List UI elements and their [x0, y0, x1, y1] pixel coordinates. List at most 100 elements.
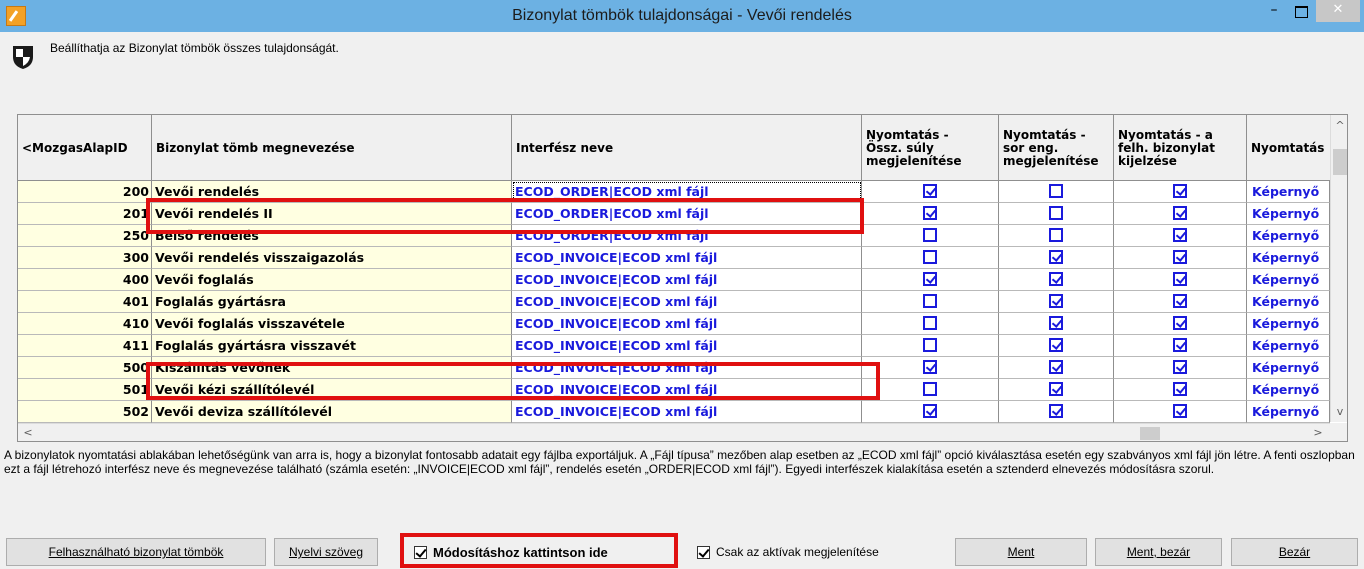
scroll-down-arrow[interactable]: v	[1331, 405, 1347, 418]
table-row[interactable]: 500 Kiszállítás vevőnek ECOD_INVOICE|ECOD …	[18, 357, 1330, 379]
row-interface-cell[interactable]: ECOD_INVOICE|ECOD xml fájl	[512, 357, 862, 379]
table-row[interactable]: 411 Foglalás gyártásra visszavét ECOD_INVO…	[18, 335, 1330, 357]
unchecked-checkbox[interactable]	[923, 294, 937, 308]
close-window-button[interactable]: ✕	[1316, 0, 1360, 22]
unchecked-checkbox[interactable]	[923, 228, 937, 242]
column-header-user-doc[interactable]: Nyomtatás - a felh. bizonylat kijelzése	[1114, 115, 1247, 181]
checked-checkbox[interactable]	[1173, 250, 1187, 264]
edit-checkbox-box[interactable]	[414, 545, 427, 559]
available-blocks-button[interactable]: Felhasználható bizonylat tömbök	[6, 538, 266, 566]
unchecked-checkbox[interactable]	[923, 250, 937, 264]
table-row[interactable]: 300 Vevői rendelés visszaigazolás ECOD_INV…	[18, 247, 1330, 269]
checked-checkbox[interactable]	[923, 184, 937, 198]
row-interface-cell[interactable]: ECOD_ORDER|ECOD xml fájl	[512, 181, 862, 203]
checked-checkbox[interactable]	[1173, 206, 1187, 220]
checked-checkbox[interactable]	[1173, 360, 1187, 374]
checked-checkbox[interactable]	[1049, 250, 1063, 264]
row-checkbox-cell[interactable]	[862, 313, 999, 335]
vertical-scrollbar[interactable]: ^ v	[1330, 115, 1347, 422]
row-checkbox-cell[interactable]	[862, 225, 999, 247]
row-print-cell[interactable]: Képernyő	[1247, 247, 1330, 269]
row-interface-cell[interactable]: ECOD_INVOICE|ECOD xml fájl	[512, 401, 862, 423]
row-checkbox-cell[interactable]	[1114, 291, 1247, 313]
row-print-cell[interactable]: Képernyő	[1247, 335, 1330, 357]
maximize-button[interactable]	[1288, 0, 1314, 22]
row-name-cell[interactable]: Belső rendelés	[152, 225, 512, 247]
row-checkbox-cell[interactable]	[862, 401, 999, 423]
row-checkbox-cell[interactable]	[1114, 247, 1247, 269]
row-name-cell[interactable]: Vevői deviza szállítólevél	[152, 401, 512, 423]
row-name-cell[interactable]: Kiszállítás vevőnek	[152, 357, 512, 379]
row-name-cell[interactable]: Foglalás gyártásra	[152, 291, 512, 313]
column-header-print[interactable]: Nyomtatás	[1247, 115, 1330, 181]
checked-checkbox[interactable]	[1173, 338, 1187, 352]
language-text-button[interactable]: Nyelvi szöveg	[274, 538, 378, 566]
row-name-cell[interactable]: Vevői rendelés visszaigazolás	[152, 247, 512, 269]
checked-checkbox[interactable]	[1049, 316, 1063, 330]
close-button[interactable]: Bezár	[1231, 538, 1358, 566]
row-print-cell[interactable]: Képernyő	[1247, 379, 1330, 401]
row-checkbox-cell[interactable]	[999, 247, 1114, 269]
column-header-total-weight[interactable]: Nyomtatás - Össz. súly megjelenítése	[862, 115, 999, 181]
active-only-checkbox-box[interactable]	[697, 545, 710, 559]
table-row[interactable]: 201 Vevői rendelés II ECOD_ORDER|ECOD xml …	[18, 203, 1330, 225]
row-id-cell[interactable]: 300	[18, 247, 152, 269]
table-row[interactable]: 401 Foglalás gyártásra ECOD_INVOICE|ECOD x…	[18, 291, 1330, 313]
row-checkbox-cell[interactable]	[862, 181, 999, 203]
row-checkbox-cell[interactable]	[1114, 225, 1247, 247]
unchecked-checkbox[interactable]	[923, 382, 937, 396]
row-interface-cell[interactable]: ECOD_INVOICE|ECOD xml fájl	[512, 247, 862, 269]
row-checkbox-cell[interactable]	[862, 247, 999, 269]
row-interface-cell[interactable]: ECOD_INVOICE|ECOD xml fájl	[512, 313, 862, 335]
checked-checkbox[interactable]	[1173, 272, 1187, 286]
checked-checkbox[interactable]	[1173, 382, 1187, 396]
table-row[interactable]: 501 Vevői kézi szállítólevél ECOD_INVOICE|…	[18, 379, 1330, 401]
minimize-button[interactable]: –	[1262, 0, 1286, 22]
row-id-cell[interactable]: 501	[18, 379, 152, 401]
row-interface-cell[interactable]: ECOD_ORDER|ECOD xml fájl	[512, 203, 862, 225]
save-close-button[interactable]: Ment, bezár	[1095, 538, 1222, 566]
row-id-cell[interactable]: 250	[18, 225, 152, 247]
row-checkbox-cell[interactable]	[862, 335, 999, 357]
row-name-cell[interactable]: Vevői rendelés	[152, 181, 512, 203]
table-row[interactable]: 400 Vevői foglalás ECOD_INVOICE|ECOD xml f…	[18, 269, 1330, 291]
checked-checkbox[interactable]	[1173, 184, 1187, 198]
checked-checkbox[interactable]	[923, 206, 937, 220]
horizontal-scroll-thumb[interactable]	[1140, 427, 1160, 440]
checked-checkbox[interactable]	[923, 404, 937, 418]
row-checkbox-cell[interactable]	[999, 379, 1114, 401]
horizontal-scrollbar[interactable]: < >	[18, 423, 1330, 441]
row-checkbox-cell[interactable]	[1114, 203, 1247, 225]
save-button[interactable]: Ment	[955, 538, 1087, 566]
checked-checkbox[interactable]	[1173, 316, 1187, 330]
column-header-row-enable[interactable]: Nyomtatás - sor eng. megjelenítése	[999, 115, 1114, 181]
table-row[interactable]: 410 Vevői foglalás visszavétele ECOD_INVOI…	[18, 313, 1330, 335]
row-checkbox-cell[interactable]	[999, 203, 1114, 225]
row-name-cell[interactable]: Vevői kézi szállítólevél	[152, 379, 512, 401]
checked-checkbox[interactable]	[1173, 294, 1187, 308]
checked-checkbox[interactable]	[1173, 404, 1187, 418]
column-header-id[interactable]: <MozgasAlapID	[18, 115, 152, 181]
row-checkbox-cell[interactable]	[1114, 357, 1247, 379]
row-id-cell[interactable]: 400	[18, 269, 152, 291]
row-checkbox-cell[interactable]	[862, 379, 999, 401]
row-checkbox-cell[interactable]	[999, 313, 1114, 335]
row-name-cell[interactable]: Vevői foglalás	[152, 269, 512, 291]
row-name-cell[interactable]: Vevői rendelés II	[152, 203, 512, 225]
unchecked-checkbox[interactable]	[1049, 206, 1063, 220]
row-checkbox-cell[interactable]	[862, 357, 999, 379]
row-print-cell[interactable]: Képernyő	[1247, 357, 1330, 379]
row-id-cell[interactable]: 411	[18, 335, 152, 357]
table-row[interactable]: 200 Vevői rendelés ECOD_ORDER|ECOD xml fáj…	[18, 181, 1330, 203]
table-row[interactable]: 502 Vevői deviza szállítólevél ECOD_INVOIC…	[18, 401, 1330, 423]
checked-checkbox[interactable]	[1049, 382, 1063, 396]
row-checkbox-cell[interactable]	[862, 291, 999, 313]
row-checkbox-cell[interactable]	[999, 225, 1114, 247]
row-checkbox-cell[interactable]	[1114, 379, 1247, 401]
row-print-cell[interactable]: Képernyő	[1247, 181, 1330, 203]
row-print-cell[interactable]: Képernyő	[1247, 269, 1330, 291]
row-print-cell[interactable]: Képernyő	[1247, 203, 1330, 225]
checked-checkbox[interactable]	[1049, 360, 1063, 374]
unchecked-checkbox[interactable]	[1049, 228, 1063, 242]
active-only-checkbox[interactable]: Csak az aktívak megjelenítése	[697, 541, 879, 563]
